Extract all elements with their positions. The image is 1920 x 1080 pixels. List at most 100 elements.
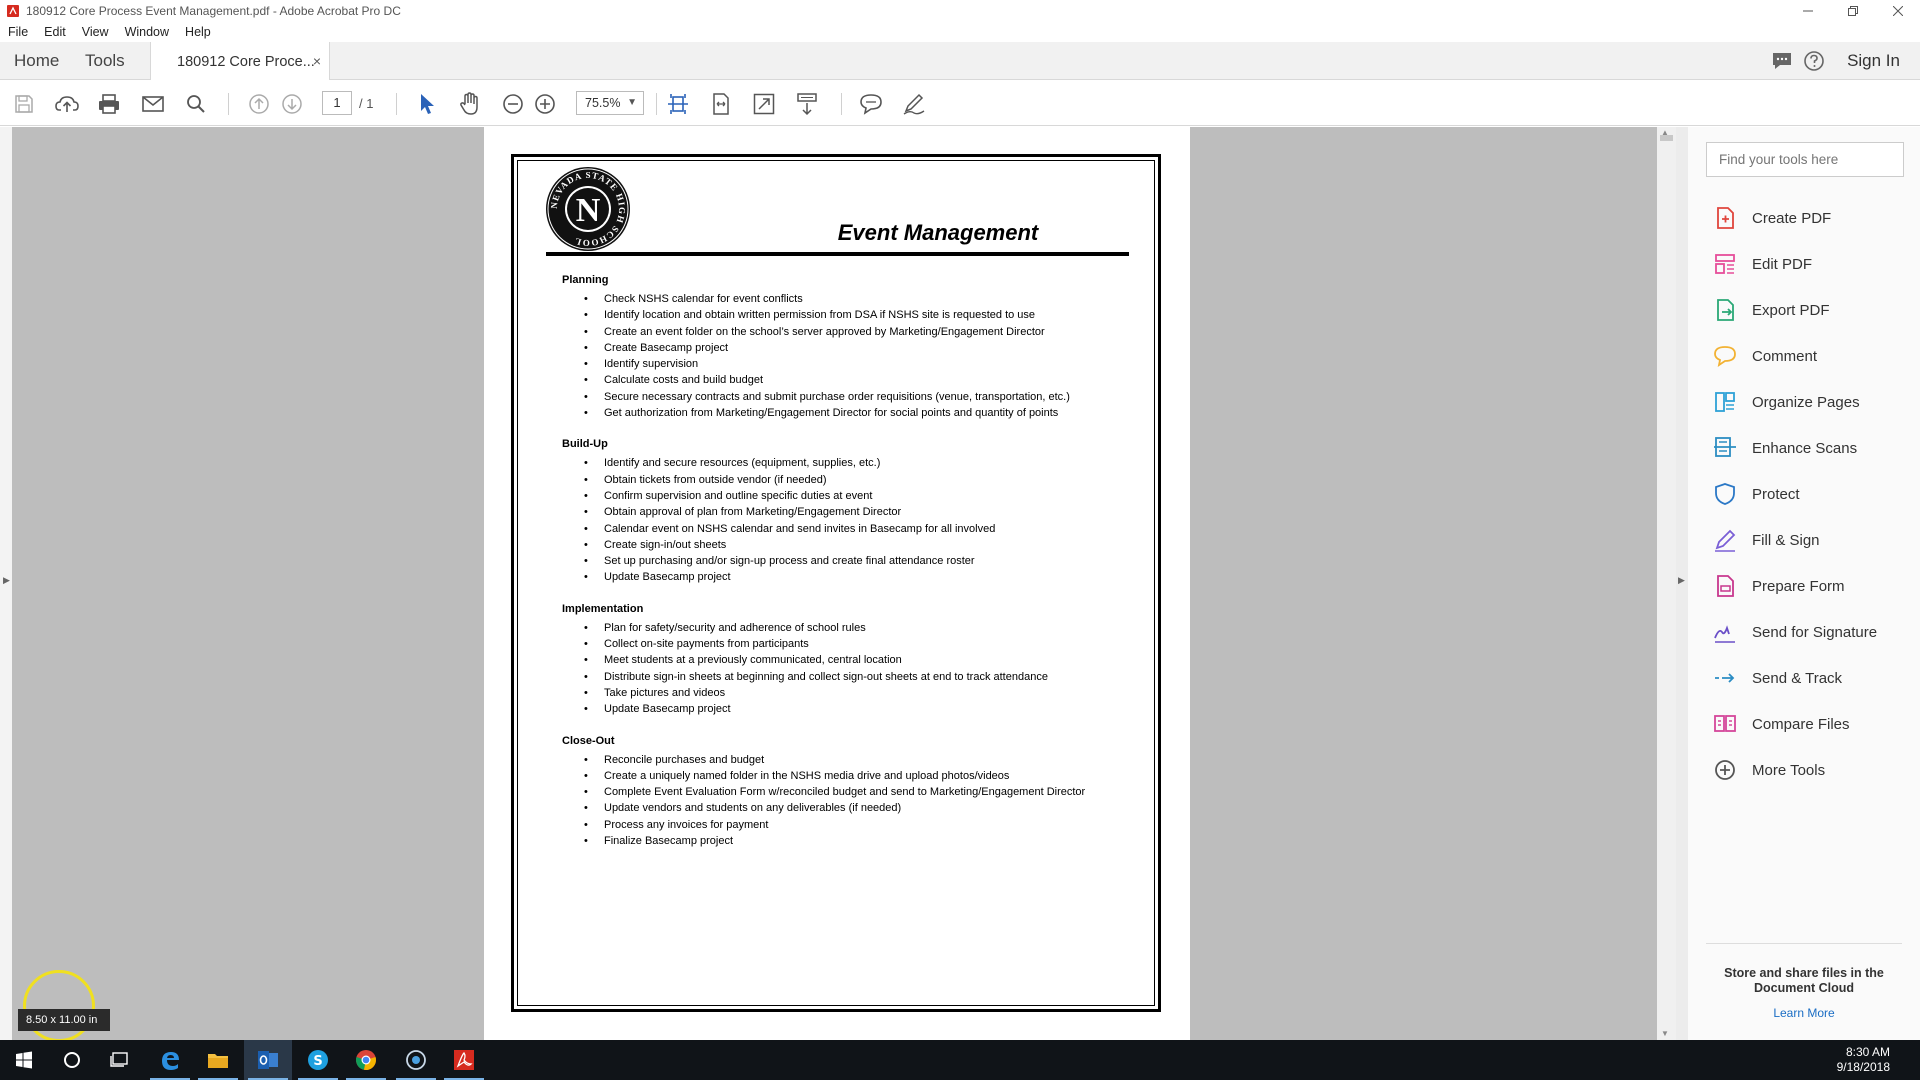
pen-icon[interactable] xyxy=(902,92,926,116)
zoom-out-icon[interactable] xyxy=(501,92,525,116)
page-size-tooltip: 8.50 x 11.00 in xyxy=(18,1009,110,1031)
close-icon[interactable] xyxy=(1875,0,1920,22)
tab-document[interactable]: 180912 Core Proce... × xyxy=(150,42,330,81)
find-tools-input[interactable] xyxy=(1706,142,1904,177)
tool-label: Send & Track xyxy=(1752,669,1843,687)
bullet-list: Identify and secure resources (equipment… xyxy=(562,455,1142,586)
right-panel-toggle[interactable]: ▶ xyxy=(1676,127,1688,1040)
chat-icon[interactable] xyxy=(1771,51,1793,71)
list-item: Calculate costs and build budget xyxy=(562,372,1142,389)
comment-icon[interactable] xyxy=(859,92,883,116)
page-number-input[interactable]: 1 xyxy=(322,91,352,115)
next-page-icon[interactable] xyxy=(280,92,304,116)
tool-prepare-form[interactable]: Prepare Form xyxy=(1712,563,1912,609)
chrome-icon[interactable] xyxy=(342,1040,390,1080)
cloud-promo-text: Store and share files in the Document Cl… xyxy=(1724,966,1884,995)
section-heading: Close-Out xyxy=(562,734,615,747)
minimize-icon[interactable] xyxy=(1785,0,1830,22)
bullet-list: Reconcile purchases and budgetCreate a u… xyxy=(562,752,1142,850)
list-item: Identify and secure resources (equipment… xyxy=(562,455,1142,472)
tool-comment[interactable]: Comment xyxy=(1712,333,1912,379)
tool-compare-files[interactable]: Compare Files xyxy=(1712,701,1912,747)
search-icon[interactable] xyxy=(184,92,208,116)
cortana-search-icon[interactable] xyxy=(48,1040,96,1080)
email-icon[interactable] xyxy=(141,92,165,116)
toolbar-separator xyxy=(656,93,657,115)
sign-in-button[interactable]: Sign In xyxy=(1847,51,1900,71)
tool-export-pdf[interactable]: Export PDF xyxy=(1712,287,1912,333)
scroll-thumb[interactable] xyxy=(1660,135,1673,141)
taskbar: S 8:30 AM 9/18/2018 xyxy=(0,1040,1920,1080)
tool-label: Prepare Form xyxy=(1752,577,1845,595)
tool-enhance-scans[interactable]: Enhance Scans xyxy=(1712,425,1912,471)
select-cursor-icon[interactable] xyxy=(415,92,439,116)
chevron-down-icon: ▼ xyxy=(627,97,637,108)
zoom-value: 75.5% xyxy=(585,96,621,110)
save-icon[interactable] xyxy=(12,92,36,116)
system-clock[interactable]: 8:30 AM 9/18/2018 xyxy=(1837,1045,1890,1075)
menu-bar: File Edit View Window Help xyxy=(0,22,1920,42)
tool-label: More Tools xyxy=(1752,761,1826,779)
document-sections: Planning Check NSHS calendar for event co… xyxy=(562,273,1142,865)
full-screen-icon[interactable] xyxy=(752,92,776,116)
tab-tools[interactable]: Tools xyxy=(85,42,125,80)
zoom-in-icon[interactable] xyxy=(533,92,557,116)
fit-width-icon[interactable] xyxy=(709,92,733,116)
document-title: Event Management xyxy=(837,220,1039,245)
print-icon[interactable] xyxy=(97,92,121,116)
fit-page-icon[interactable] xyxy=(666,92,690,116)
tool-edit-pdf[interactable]: Edit PDF xyxy=(1712,241,1912,287)
comment-icon xyxy=(1712,343,1738,369)
section-heading: Planning xyxy=(562,274,609,286)
tool-create-pdf[interactable]: Create PDF xyxy=(1712,195,1912,241)
document-section: Close-Out Reconcile purchases and budgetC… xyxy=(562,734,1142,850)
hand-icon[interactable] xyxy=(458,92,482,116)
tool-label: Create PDF xyxy=(1752,209,1832,227)
tool-send-for-signature[interactable]: Send for Signature xyxy=(1712,609,1912,655)
bullet-list: Plan for safety/security and adherence o… xyxy=(562,620,1142,718)
tool-more-tools[interactable]: More Tools xyxy=(1712,747,1912,793)
help-icon[interactable] xyxy=(1803,50,1825,72)
acrobat-icon[interactable] xyxy=(440,1040,488,1080)
app-circle-icon[interactable] xyxy=(392,1040,440,1080)
menu-help[interactable]: Help xyxy=(177,25,219,39)
task-view-icon[interactable] xyxy=(96,1040,144,1080)
left-panel-toggle[interactable]: ▶ xyxy=(0,127,12,1040)
skype-icon[interactable]: S xyxy=(294,1040,342,1080)
tool-send-track[interactable]: Send & Track xyxy=(1712,655,1912,701)
prepare-form-icon xyxy=(1712,573,1738,599)
organize-pages-icon xyxy=(1712,389,1738,415)
tool-label: Compare Files xyxy=(1752,715,1850,733)
tab-bar-right: Sign In xyxy=(1771,42,1900,80)
file-explorer-icon[interactable] xyxy=(194,1040,242,1080)
tool-organize-pages[interactable]: Organize Pages xyxy=(1712,379,1912,425)
list-item: Take pictures and videos xyxy=(562,685,1142,702)
list-item: Create sign-in/out sheets xyxy=(562,537,1142,554)
learn-more-link[interactable]: Learn More xyxy=(1706,1006,1902,1020)
list-item: Process any invoices for payment xyxy=(562,817,1142,834)
restore-icon[interactable] xyxy=(1830,0,1875,22)
scroll-down-icon[interactable]: ▼ xyxy=(1661,1029,1669,1038)
prev-page-icon[interactable] xyxy=(247,92,271,116)
enhance-scans-icon xyxy=(1712,435,1738,461)
zoom-select[interactable]: 75.5% ▼ xyxy=(576,91,644,115)
menu-window[interactable]: Window xyxy=(117,25,177,39)
vertical-scrollbar[interactable]: ▲ ▼ xyxy=(1657,127,1676,1040)
edge-icon[interactable] xyxy=(146,1040,194,1080)
tab-home[interactable]: Home xyxy=(14,42,59,80)
toolbar-separator xyxy=(396,93,397,115)
list-item: Set up purchasing and/or sign-up process… xyxy=(562,553,1142,570)
scroll-mode-icon[interactable] xyxy=(795,92,819,116)
upload-icon[interactable] xyxy=(55,92,79,116)
windows-start-icon[interactable] xyxy=(0,1040,48,1080)
tool-protect[interactable]: Protect xyxy=(1712,471,1912,517)
send-signature-icon xyxy=(1712,619,1738,645)
tab-close-icon[interactable]: × xyxy=(313,53,321,69)
tool-fill-sign[interactable]: Fill & Sign xyxy=(1712,517,1912,563)
acrobat-app-icon xyxy=(7,5,19,17)
tool-label: Enhance Scans xyxy=(1752,439,1858,457)
outlook-icon[interactable] xyxy=(244,1040,292,1080)
menu-file[interactable]: File xyxy=(0,25,36,39)
menu-view[interactable]: View xyxy=(74,25,117,39)
menu-edit[interactable]: Edit xyxy=(36,25,74,39)
